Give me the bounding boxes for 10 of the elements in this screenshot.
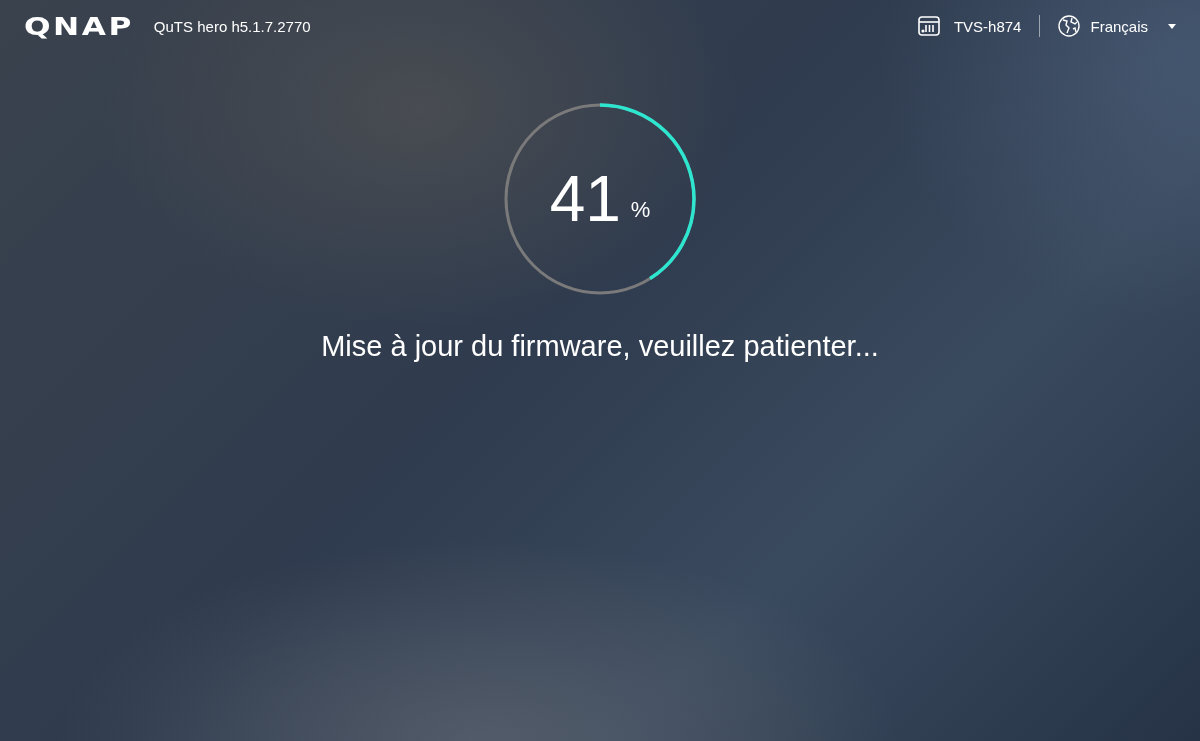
status-message: Mise à jour du firmware, veuillez patienter...	[321, 330, 879, 363]
nas-device-icon	[917, 16, 940, 36]
progress-value: 41	[549, 162, 621, 236]
product-version: QuTS hero h5.1.7.2770	[153, 17, 311, 35]
percent-unit: %	[630, 197, 651, 223]
globe-icon	[1058, 15, 1081, 37]
caret-icon	[1168, 23, 1176, 29]
logo: QNAP	[24, 11, 134, 41]
language-selector[interactable]: Français	[1058, 15, 1176, 37]
device-name: TVS-h874	[953, 17, 1022, 35]
